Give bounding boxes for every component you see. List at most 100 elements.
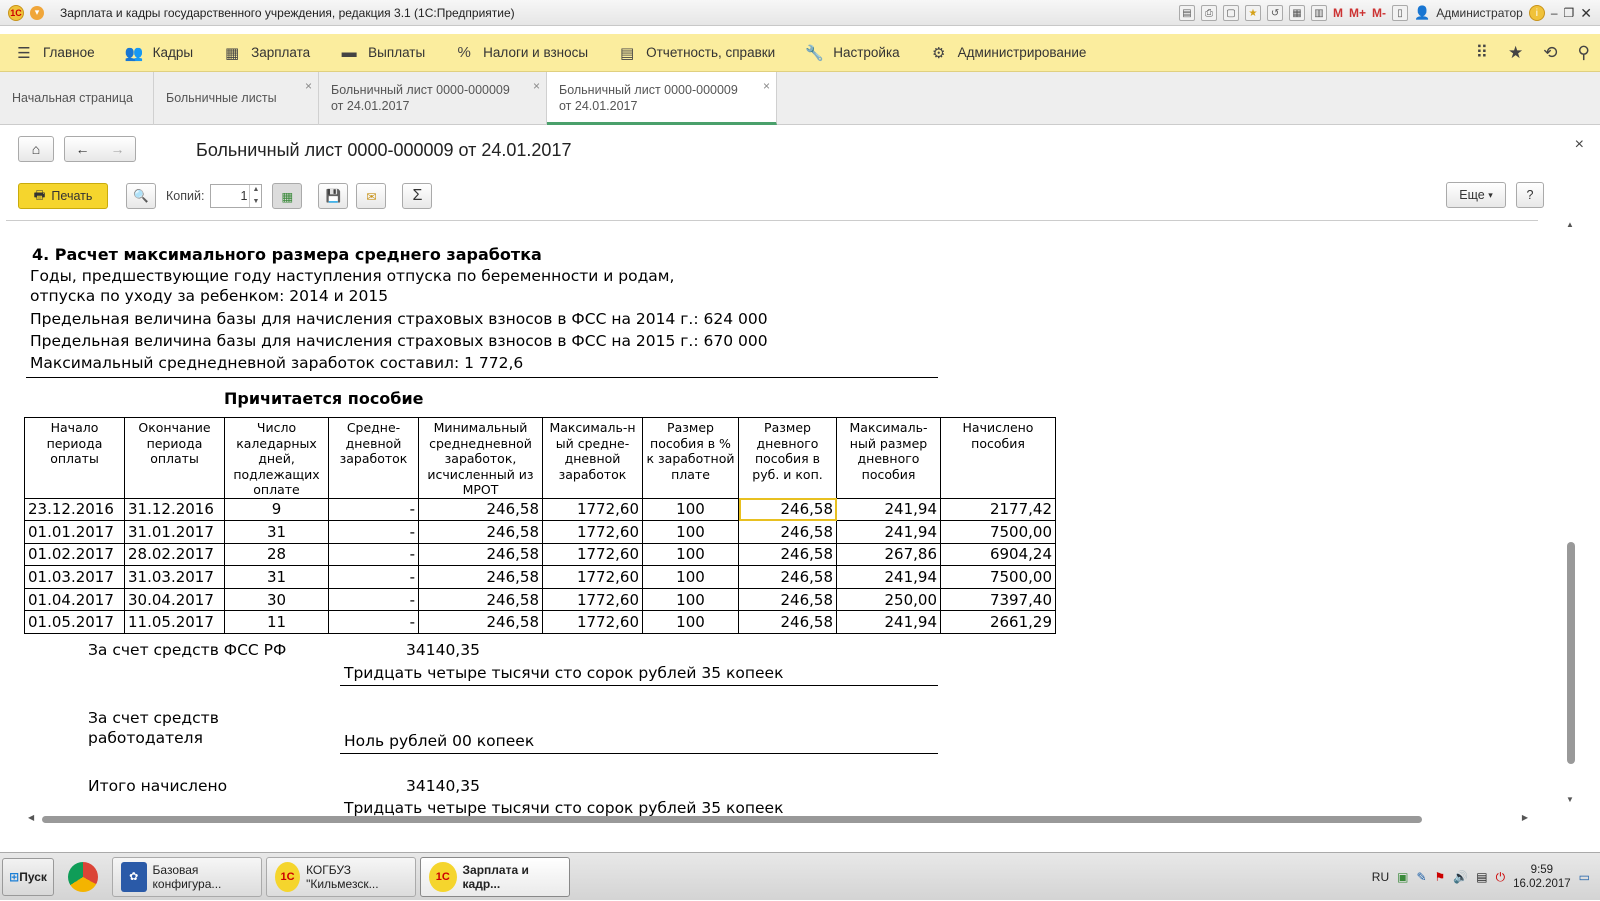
- calendar-icon[interactable]: ▥: [1311, 5, 1328, 21]
- clock[interactable]: 9:59 16.02.2017: [1513, 863, 1571, 891]
- table-cell[interactable]: 23.12.2016: [24, 497, 125, 522]
- more-button[interactable]: Еще ▾: [1446, 182, 1506, 208]
- table-cell[interactable]: 1772,60: [542, 542, 643, 567]
- table-cell[interactable]: 241,94: [836, 565, 941, 589]
- menu-administration[interactable]: ⚙ Администрирование: [915, 34, 1102, 72]
- table-cell[interactable]: 30: [224, 587, 329, 612]
- table-cell[interactable]: 250,00: [836, 587, 941, 612]
- table-cell[interactable]: 246,58: [418, 542, 543, 567]
- table-cell[interactable]: 9: [224, 497, 329, 522]
- spreadsheet-report[interactable]: 4. Расчет максимального размера среднего…: [6, 220, 1538, 820]
- help-button[interactable]: ?: [1516, 182, 1544, 208]
- table-cell[interactable]: 31.12.2016: [124, 497, 225, 522]
- table-cell[interactable]: 246,58: [418, 587, 543, 612]
- chrome-icon[interactable]: [68, 861, 98, 892]
- preview-icon[interactable]: ▢: [1223, 5, 1240, 21]
- table-cell[interactable]: 01.02.2017: [24, 542, 125, 567]
- table-cell[interactable]: 100: [642, 587, 739, 612]
- table-cell[interactable]: 100: [642, 610, 739, 635]
- home-button[interactable]: ⌂: [18, 136, 54, 162]
- send-email-button[interactable]: ✉: [356, 183, 387, 209]
- table-cell[interactable]: 7397,40: [940, 587, 1056, 612]
- table-cell[interactable]: 28.02.2017: [124, 542, 225, 567]
- tray-flag-icon[interactable]: ⚑: [1435, 870, 1446, 884]
- table-cell[interactable]: 246,58: [418, 520, 543, 544]
- table-cell[interactable]: 246,58: [738, 565, 837, 589]
- table-cell[interactable]: 246,58: [418, 610, 543, 635]
- language-indicator[interactable]: RU: [1372, 870, 1389, 884]
- close-tab-icon[interactable]: ×: [305, 78, 312, 94]
- close-tab-icon[interactable]: ×: [533, 78, 540, 94]
- print-button[interactable]: 🖶 Печать: [18, 183, 108, 209]
- table-cell[interactable]: 100: [642, 520, 739, 544]
- scroll-thumb[interactable]: [42, 816, 1422, 823]
- table-cell[interactable]: 246,58: [418, 565, 543, 589]
- table-cell[interactable]: 246,58: [738, 587, 837, 612]
- copies-input[interactable]: 1 ▲ ▼: [210, 184, 263, 208]
- table-cell[interactable]: 1772,60: [542, 565, 643, 589]
- table-cell[interactable]: 2177,42: [940, 497, 1056, 522]
- table-cell[interactable]: 30.04.2017: [124, 587, 225, 612]
- close-form-icon[interactable]: ×: [1575, 136, 1584, 154]
- menu-personnel[interactable]: 👥 Кадры: [110, 34, 208, 72]
- close-tab-icon[interactable]: ×: [763, 78, 770, 94]
- table-cell[interactable]: 246,58: [738, 497, 837, 522]
- taskbar-app-kogbuz[interactable]: 1С КОГБУЗ "Кильмезск...: [266, 856, 416, 897]
- favorite-star-icon[interactable]: ★: [1245, 5, 1262, 21]
- horizontal-scrollbar[interactable]: ◀ ▶: [28, 813, 1528, 824]
- save-button[interactable]: 💾: [318, 183, 349, 209]
- table-cell[interactable]: 31.01.2017: [124, 520, 225, 544]
- table-cell[interactable]: 1772,60: [542, 587, 643, 612]
- tray-app-icon[interactable]: ▣: [1397, 870, 1408, 884]
- memory-mminus-button[interactable]: M-: [1372, 6, 1386, 20]
- table-cell[interactable]: 241,94: [836, 497, 941, 522]
- tab-sick-list-print[interactable]: Больничный лист 0000-000009 от 24.01.201…: [547, 72, 777, 125]
- table-cell[interactable]: 100: [642, 542, 739, 567]
- save-icon[interactable]: ▤: [1179, 5, 1196, 21]
- table-cell[interactable]: 7500,00: [940, 520, 1056, 544]
- tab-home[interactable]: Начальная страница: [0, 72, 154, 125]
- table-cell[interactable]: 246,58: [738, 542, 837, 567]
- 1c-logo-icon[interactable]: 1С: [8, 4, 24, 21]
- table-cell[interactable]: 246,58: [738, 520, 837, 544]
- minimize-icon[interactable]: –: [1551, 6, 1558, 20]
- memory-mplus-button[interactable]: M+: [1349, 6, 1366, 20]
- scroll-right-icon[interactable]: ▶: [1522, 813, 1528, 822]
- scroll-up-icon[interactable]: ▲: [1566, 220, 1574, 229]
- table-cell[interactable]: -: [328, 565, 419, 589]
- table-cell[interactable]: 01.04.2017: [24, 587, 125, 612]
- scroll-left-icon[interactable]: ◀: [28, 813, 34, 822]
- table-cell[interactable]: 246,58: [418, 497, 543, 522]
- memory-m-button[interactable]: M: [1333, 6, 1343, 20]
- table-cell[interactable]: 31: [224, 565, 329, 589]
- table-cell[interactable]: -: [328, 610, 419, 635]
- table-cell[interactable]: 246,58: [738, 610, 837, 635]
- table-cell[interactable]: 31.03.2017: [124, 565, 225, 589]
- table-cell[interactable]: 1772,60: [542, 610, 643, 635]
- tray-pen-icon[interactable]: ✎: [1416, 870, 1426, 884]
- table-cell[interactable]: 241,94: [836, 520, 941, 544]
- network-icon[interactable]: ▤: [1476, 870, 1487, 884]
- table-cell[interactable]: -: [328, 497, 419, 522]
- table-cell[interactable]: 01.01.2017: [24, 520, 125, 544]
- info-icon[interactable]: i: [1528, 5, 1545, 21]
- menu-main[interactable]: ☰ Главное: [0, 34, 110, 72]
- table-cell[interactable]: 100: [642, 497, 739, 522]
- copies-spinner[interactable]: ▲ ▼: [249, 185, 261, 207]
- sum-button[interactable]: Σ: [402, 183, 433, 209]
- grid-apps-icon[interactable]: ⠿: [1476, 43, 1488, 63]
- table-cell[interactable]: 11.05.2017: [124, 610, 225, 635]
- taskbar-app-base-config[interactable]: ✿ Базовая конфигура...: [112, 856, 262, 897]
- table-cell[interactable]: 01.03.2017: [24, 565, 125, 589]
- vertical-scrollbar[interactable]: ▲ ▼: [1564, 220, 1578, 804]
- show-desktop-icon[interactable]: ▭: [1579, 870, 1590, 884]
- menu-taxes[interactable]: % Налоги и взносы: [440, 34, 603, 72]
- menu-reports[interactable]: ▤ Отчетность, справки: [603, 34, 790, 72]
- panels-icon[interactable]: ▯: [1392, 5, 1409, 21]
- back-arrow-icon[interactable]: ←: [76, 141, 90, 157]
- volume-icon[interactable]: 🔊: [1453, 870, 1468, 884]
- table-cell[interactable]: 6904,24: [940, 542, 1056, 567]
- scroll-down-icon[interactable]: ▼: [1566, 795, 1574, 804]
- close-window-icon[interactable]: ✕: [1580, 5, 1592, 22]
- menu-salary[interactable]: ▦ Зарплата: [208, 34, 325, 72]
